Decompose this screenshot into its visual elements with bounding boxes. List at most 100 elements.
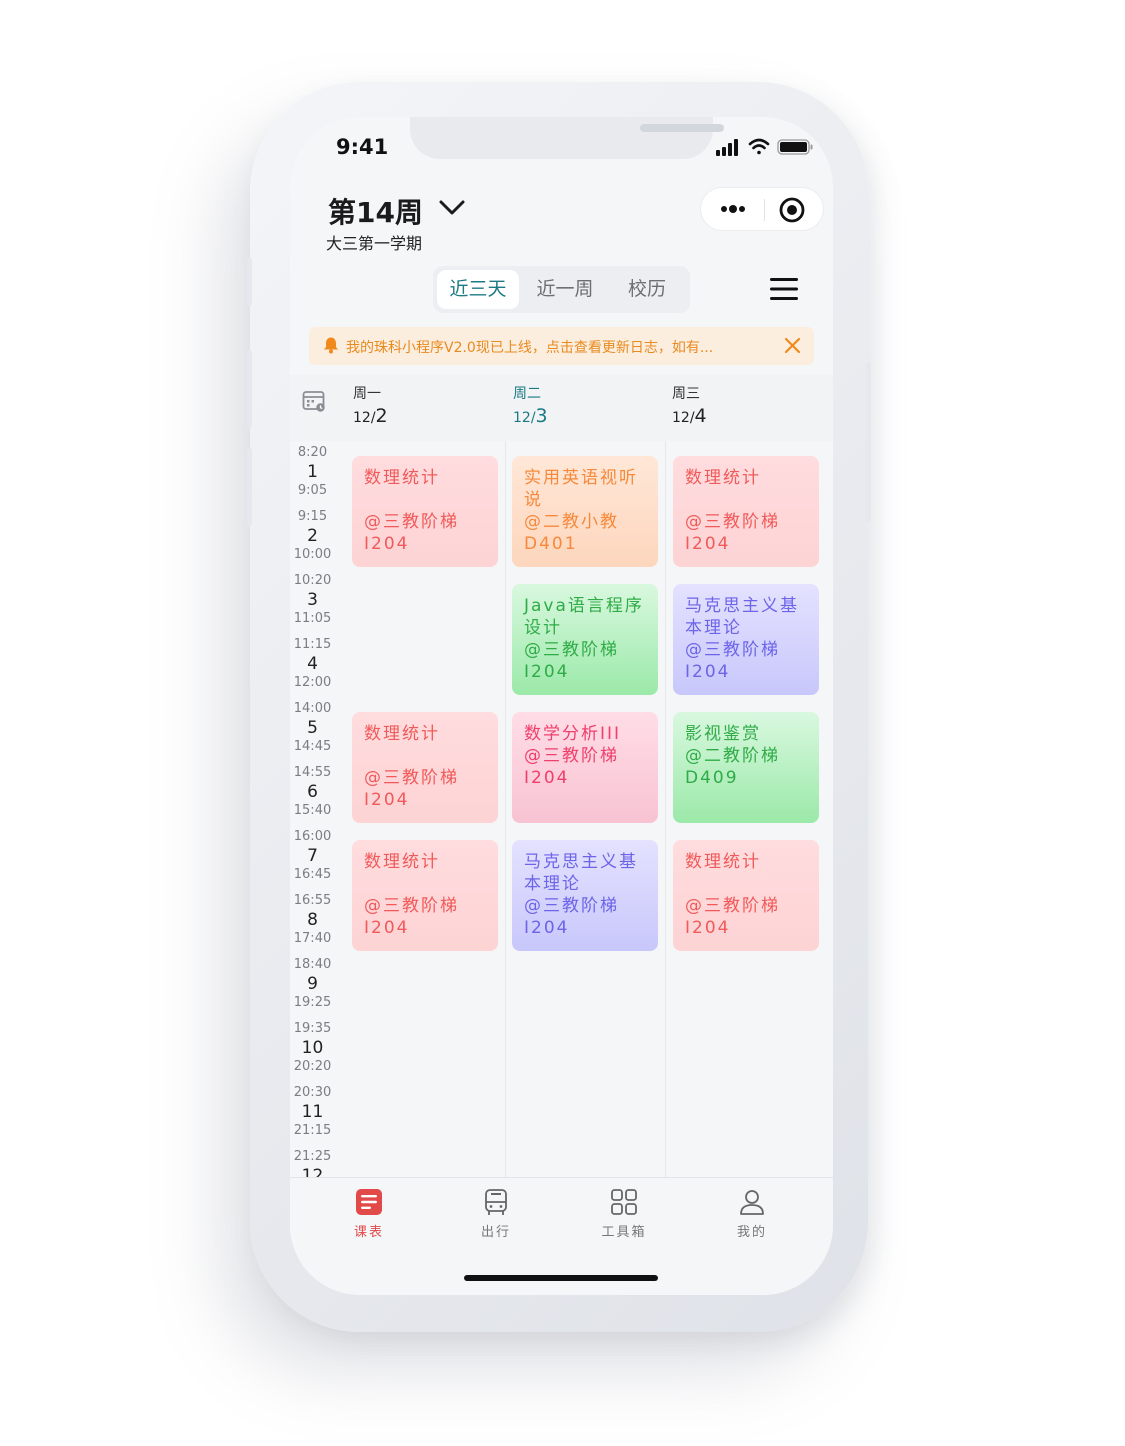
course-card[interactable]: 数学分析III @三教阶梯 I204 [512, 712, 658, 823]
day-monday: 周一 12/2 [353, 383, 388, 427]
slot-end-time: 16:45 [293, 867, 332, 882]
week-title[interactable]: 第14周 [328, 191, 423, 231]
wifi-icon [748, 138, 770, 155]
phone-volume-up [247, 350, 252, 428]
slot-end-time: 10:00 [293, 547, 332, 562]
weekday-label: 周二 [513, 386, 541, 402]
weekday-label: 周一 [353, 386, 381, 402]
semester-label: 大三第一学期 [326, 234, 423, 253]
slot-number: 4 [307, 654, 318, 674]
tabbar-item-travel[interactable]: 出行 [456, 1188, 536, 1240]
slot-start-time: 16:00 [293, 829, 332, 844]
time-slot: 14:55 6 15:40 [290, 766, 335, 818]
close-icon[interactable] [784, 337, 801, 354]
course-card[interactable]: 数理统计 @三教阶梯 I204 [352, 712, 498, 823]
slot-end-time: 9:05 [297, 483, 328, 498]
time-slot: 21:25 12 [290, 1150, 335, 1178]
slot-number: 12 [301, 1166, 324, 1177]
date-label: 12/2 [353, 405, 388, 427]
slot-number: 10 [301, 1038, 324, 1058]
day-wednesday: 周三 12/4 [672, 383, 707, 427]
notice-banner[interactable]: 我的珠科小程序V2.0现已上线，点击查看更新日志，如有... [309, 327, 814, 365]
calendar-icon[interactable] [302, 389, 326, 413]
slot-start-time: 14:55 [293, 765, 332, 780]
day-tuesday: 周二 12/3 [513, 383, 548, 427]
tabbar-item-profile[interactable]: 我的 [712, 1188, 792, 1240]
course-card[interactable]: 影视鉴赏 @二教阶梯 D409 [673, 712, 819, 823]
schedule-icon [356, 1189, 382, 1215]
column-divider [505, 441, 506, 1177]
slot-number: 9 [307, 974, 318, 994]
time-slot: 11:15 4 12:00 [290, 638, 335, 690]
phone-mute-switch [247, 258, 252, 306]
phone-volume-down [247, 448, 252, 526]
tabbar-label: 工具箱 [601, 1225, 647, 1240]
chevron-down-icon[interactable] [438, 197, 466, 219]
notch [410, 117, 724, 159]
capsule-divider [764, 199, 765, 221]
slot-end-time: 14:45 [293, 739, 332, 754]
course-card[interactable]: 数理统计 @三教阶梯 I204 [352, 456, 498, 567]
course-card[interactable]: 数理统计 @三教阶梯 I204 [673, 840, 819, 951]
slot-number: 6 [307, 782, 318, 802]
phone-power-button [866, 362, 871, 522]
time-column: 8:20 1 9:05 9:15 2 10:00 10:20 3 11:05 11:15 4 12:0… [290, 441, 335, 1178]
time-slot: 19:35 10 20:20 [290, 1022, 335, 1074]
slot-end-time: 11:05 [293, 611, 332, 626]
slot-start-time: 10:20 [293, 573, 332, 588]
tabbar-label: 我的 [736, 1225, 767, 1240]
time-slot: 16:55 8 17:40 [290, 894, 335, 946]
slot-end-time: 15:40 [293, 803, 332, 818]
course-card[interactable]: 数理统计 @三教阶梯 I204 [352, 840, 498, 951]
user-icon [740, 1190, 764, 1215]
status-time: 9:41 [336, 135, 389, 159]
slot-end-time: 19:25 [293, 995, 332, 1010]
slot-end-time: 12:00 [293, 675, 332, 690]
slot-start-time: 8:20 [297, 445, 328, 460]
tabbar-item-toolbox[interactable]: 工具箱 [584, 1188, 664, 1240]
notice-text: 我的珠科小程序V2.0现已上线，点击查看更新日志，如有... [346, 340, 714, 356]
more-icon[interactable] [718, 199, 748, 219]
signal-icon [716, 139, 738, 156]
time-slot: 9:15 2 10:00 [290, 510, 335, 562]
menu-icon[interactable] [770, 277, 798, 301]
tabbar-item-schedule[interactable]: 课表 [329, 1188, 409, 1240]
slot-number: 1 [307, 462, 318, 482]
bell-icon [324, 337, 338, 354]
column-divider [665, 441, 666, 1177]
slot-start-time: 18:40 [293, 957, 332, 972]
tab-three-days[interactable]: 近三天 [437, 270, 519, 309]
slot-start-time: 14:00 [293, 701, 332, 716]
tab-calendar[interactable]: 校历 [609, 266, 685, 313]
course-card[interactable]: Java语言程序设计 @三教阶梯 I204 [512, 584, 658, 695]
tab-one-week[interactable]: 近一周 [523, 266, 607, 313]
phone-screen: 9:41 第14周 大三第一学期 近三天 近一周 校历 我的珠科小程序V2.0现… [290, 117, 833, 1295]
timetable-grid[interactable]: 8:20 1 9:05 9:15 2 10:00 10:20 3 11:05 11:15 4 12:0… [290, 441, 833, 1177]
weekday-label: 周三 [672, 386, 700, 402]
slot-start-time: 11:15 [293, 637, 332, 652]
course-card[interactable]: 实用英语视听说 @二教小教 D401 [512, 456, 658, 567]
slot-end-time: 17:40 [293, 931, 332, 946]
slot-number: 3 [307, 590, 318, 610]
battery-icon [777, 139, 813, 155]
course-card[interactable]: 马克思主义基本理论 @三教阶梯 I204 [673, 584, 819, 695]
slot-start-time: 20:30 [293, 1085, 332, 1100]
time-slot: 10:20 3 11:05 [290, 574, 335, 626]
home-indicator [464, 1275, 658, 1281]
time-slot: 14:00 5 14:45 [290, 702, 335, 754]
course-card[interactable]: 数理统计 @三教阶梯 I204 [673, 456, 819, 567]
status-icons [716, 138, 813, 156]
slot-number: 2 [307, 526, 318, 546]
slot-end-time: 21:15 [293, 1123, 332, 1138]
close-miniprogram-icon[interactable] [778, 196, 806, 224]
course-card[interactable]: 马克思主义基本理论 @三教阶梯 I204 [512, 840, 658, 951]
grid-icon [611, 1189, 637, 1215]
view-tabs: 近三天 近一周 校历 [433, 266, 690, 313]
time-slot: 18:40 9 19:25 [290, 958, 335, 1010]
slot-number: 8 [307, 910, 318, 930]
date-label: 12/3 [513, 405, 548, 427]
slot-start-time: 19:35 [293, 1021, 332, 1036]
slot-number: 11 [301, 1102, 324, 1122]
time-slot: 20:30 11 21:15 [290, 1086, 335, 1138]
slot-start-time: 9:15 [297, 509, 328, 524]
